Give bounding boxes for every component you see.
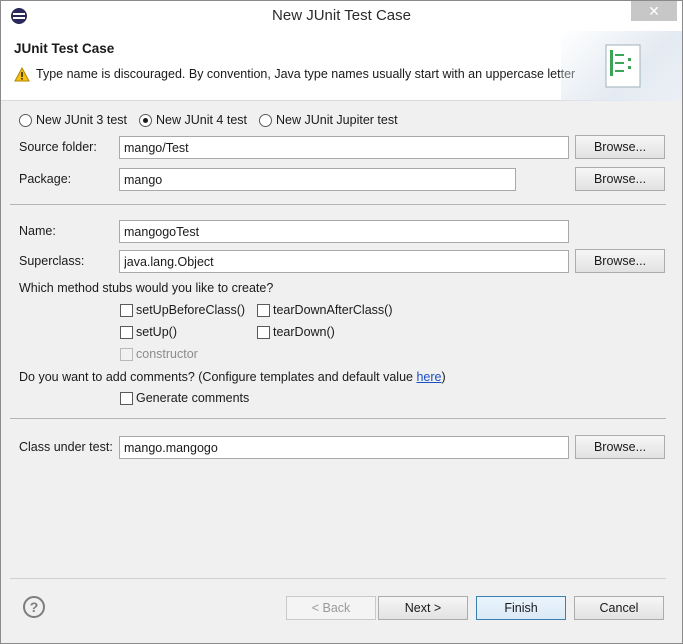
class-under-test-label: Class under test: (19, 440, 113, 454)
radio-junit4[interactable] (139, 114, 152, 127)
setup-checkbox[interactable] (120, 326, 133, 339)
generate-comments-checkbox[interactable] (120, 392, 133, 405)
warning-message: Type name is discouraged. By convention,… (36, 67, 576, 81)
separator (10, 578, 666, 579)
window-title: New JUnit Test Case (272, 7, 411, 24)
teardown-checkbox[interactable] (257, 326, 270, 339)
teardown-after-class-label: tearDownAfterClass() (273, 303, 393, 317)
configure-templates-link[interactable]: here (416, 370, 441, 384)
constructor-label: constructor (136, 347, 198, 361)
setup-label: setUp() (136, 325, 177, 339)
generate-comments-label: Generate comments (136, 391, 250, 405)
banner-title: JUnit Test Case (14, 41, 115, 56)
dialog-window: New JUnit Test Case ✕ JUnit Test Case Ty… (0, 0, 683, 644)
title-bar: New JUnit Test Case ✕ (1, 1, 682, 31)
source-folder-label: Source folder: (19, 140, 97, 154)
radio-junit3-label: New JUnit 3 test (36, 113, 128, 127)
next-button[interactable]: Next > (378, 596, 468, 620)
separator (10, 204, 666, 205)
setup-before-class-label: setUpBeforeClass() (136, 303, 246, 317)
class-under-test-input[interactable] (119, 436, 569, 459)
back-button: < Back (286, 596, 376, 620)
constructor-checkbox (120, 348, 133, 361)
radio-junit-jupiter[interactable] (259, 114, 272, 127)
package-browse-button[interactable]: Browse... (575, 167, 665, 191)
junit-wizard-icon (605, 44, 641, 88)
stubs-question: Which method stubs would you like to cre… (19, 281, 274, 295)
package-label: Package: (19, 172, 72, 186)
class-under-test-browse-button[interactable]: Browse... (575, 435, 665, 459)
warning-icon (14, 67, 30, 82)
teardown-label: tearDown() (273, 325, 335, 339)
close-button[interactable]: ✕ (631, 1, 677, 21)
separator (10, 418, 666, 419)
superclass-input[interactable] (119, 250, 569, 273)
source-folder-browse-button[interactable]: Browse... (575, 135, 665, 159)
finish-button[interactable]: Finish (476, 596, 566, 620)
radio-junit3[interactable] (19, 114, 32, 127)
cancel-button[interactable]: Cancel (574, 596, 664, 620)
superclass-browse-button[interactable]: Browse... (575, 249, 665, 273)
radio-junit-jupiter-label: New JUnit Jupiter test (276, 113, 398, 127)
radio-junit4-label: New JUnit 4 test (156, 113, 248, 127)
package-input[interactable] (119, 168, 516, 191)
name-input[interactable] (119, 220, 569, 243)
setup-before-class-checkbox[interactable] (120, 304, 133, 317)
help-icon[interactable]: ? (23, 596, 45, 618)
name-label: Name: (19, 224, 56, 238)
comments-question: Do you want to add comments? (Configure … (19, 370, 446, 384)
teardown-after-class-checkbox[interactable] (257, 304, 270, 317)
comments-question-text: Do you want to add comments? (Configure … (19, 370, 417, 384)
source-folder-input[interactable] (119, 136, 569, 159)
superclass-label: Superclass: (19, 254, 85, 268)
comments-question-close: ) (441, 370, 446, 384)
